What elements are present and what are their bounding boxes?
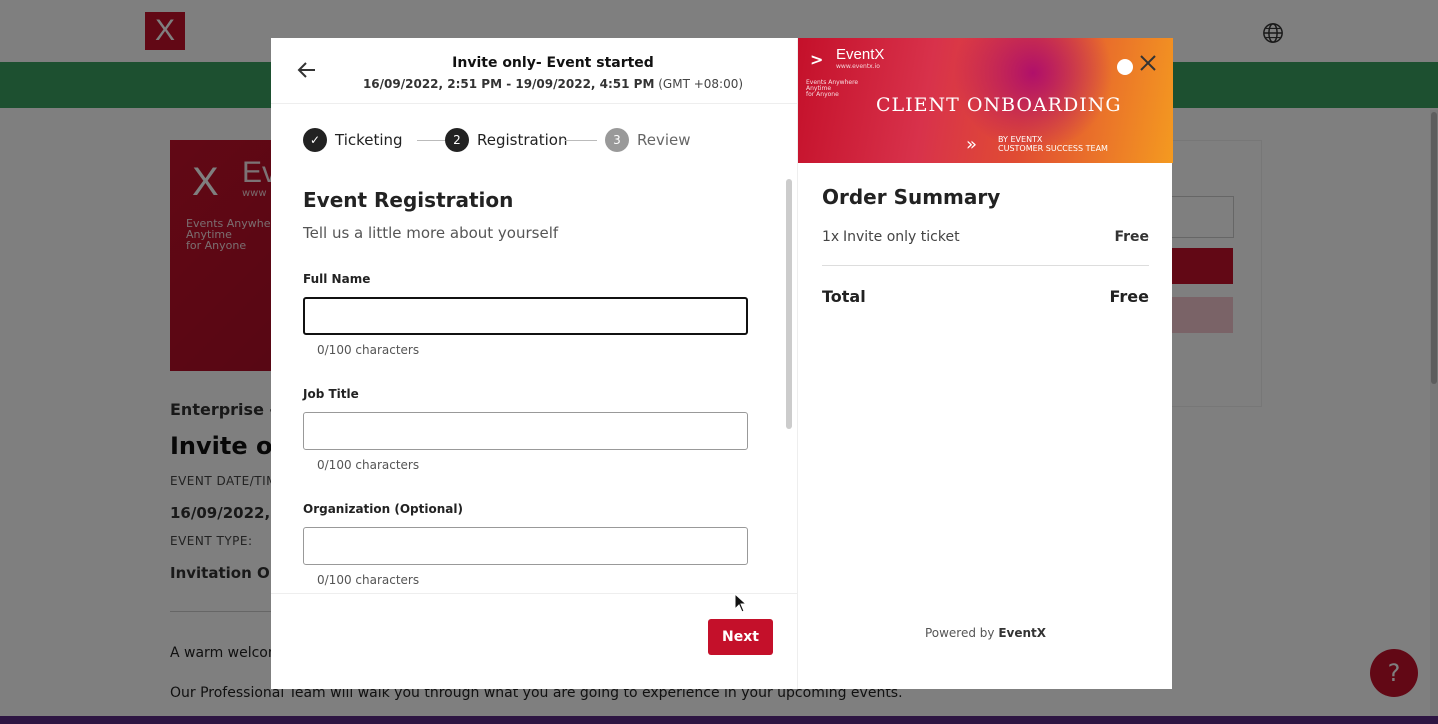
- hero-brand: EventX: [836, 46, 885, 63]
- hero-by-line: BY EVENTX: [998, 135, 1043, 144]
- modal-main-panel: Invite only- Event started 16/09/2022, 2…: [271, 38, 797, 689]
- organization-label: Organization (Optional): [303, 502, 463, 516]
- summary-divider: [822, 265, 1149, 266]
- close-icon[interactable]: [1136, 51, 1160, 75]
- check-icon: ✓: [303, 128, 327, 152]
- organization-char-count: 0/100 characters: [317, 573, 420, 587]
- double-chevron-icon: »: [966, 134, 978, 155]
- ticket-quantity: 1x: [822, 229, 840, 245]
- step-number: 3: [605, 128, 629, 152]
- full-name-input[interactable]: [303, 297, 748, 335]
- job-title-input[interactable]: [303, 412, 748, 450]
- hero-by-line: CUSTOMER SUCCESS TEAM: [998, 144, 1108, 153]
- step-label: Ticketing: [335, 131, 403, 149]
- event-timezone: (GMT +08:00): [658, 77, 744, 91]
- ticket-name: Invite only ticket: [843, 229, 960, 245]
- step-connector: [565, 140, 597, 141]
- form-scrollbar-thumb[interactable]: [786, 179, 792, 429]
- hero-chevron-mark: >: [810, 50, 824, 69]
- order-summary-panel: > EventX www.eventx.io Events Anywhere A…: [797, 38, 1173, 689]
- hero-byline: BY EVENTX CUSTOMER SUCCESS TEAM: [998, 135, 1108, 153]
- step-ticketing[interactable]: ✓ Ticketing: [303, 128, 403, 152]
- registration-modal: Invite only- Event started 16/09/2022, 2…: [271, 38, 1173, 689]
- form-title: Event Registration: [303, 188, 514, 212]
- hero-www: www.eventx.io: [836, 63, 880, 70]
- step-review[interactable]: 3 Review: [605, 128, 691, 152]
- event-datetime: 16/09/2022, 2:51 PM - 19/09/2022, 4:51 P…: [271, 77, 835, 91]
- hero-decoration: [948, 38, 1118, 148]
- hero-tagline: Events Anywhere Anytime for Anyone: [806, 80, 858, 98]
- event-hero-image: > EventX www.eventx.io Events Anywhere A…: [798, 38, 1173, 163]
- modal-footer: Next: [271, 593, 797, 690]
- step-label: Review: [637, 131, 691, 149]
- step-number: 2: [445, 128, 469, 152]
- mouse-cursor-icon: [734, 593, 748, 613]
- powered-by-brand: EventX: [998, 626, 1047, 640]
- event-title: Invite only- Event started: [452, 55, 654, 71]
- full-name-label: Full Name: [303, 272, 371, 286]
- order-summary-title: Order Summary: [822, 185, 1001, 209]
- full-name-char-count: 0/100 characters: [317, 343, 420, 357]
- hero-dot: [1117, 59, 1133, 75]
- step-label: Registration: [477, 131, 568, 149]
- step-registration[interactable]: 2 Registration: [445, 128, 567, 152]
- hero-tag-line: for Anyone: [806, 91, 839, 98]
- total-value: Free: [1109, 287, 1150, 306]
- form-subtitle: Tell us a little more about yourself: [303, 224, 559, 242]
- hero-title: CLIENT ONBOARDING: [876, 94, 1122, 116]
- organization-input[interactable]: [303, 527, 748, 565]
- ticket-price: Free: [1114, 229, 1149, 245]
- powered-by-prefix: Powered by: [924, 626, 995, 640]
- job-title-char-count: 0/100 characters: [317, 458, 420, 472]
- step-connector: [417, 140, 447, 141]
- event-date-range: 16/09/2022, 2:51 PM - 19/09/2022, 4:51 P…: [362, 77, 655, 91]
- form-scrollbar[interactable]: [783, 176, 795, 594]
- form-scroll-area: Event Registration Tell us a little more…: [271, 178, 797, 592]
- total-label: Total: [822, 287, 866, 306]
- modal-header: Invite only- Event started 16/09/2022, 2…: [271, 38, 797, 104]
- powered-by: Powered by EventX: [798, 626, 1173, 640]
- job-title-label: Job Title: [303, 387, 359, 401]
- next-button[interactable]: Next: [708, 619, 773, 655]
